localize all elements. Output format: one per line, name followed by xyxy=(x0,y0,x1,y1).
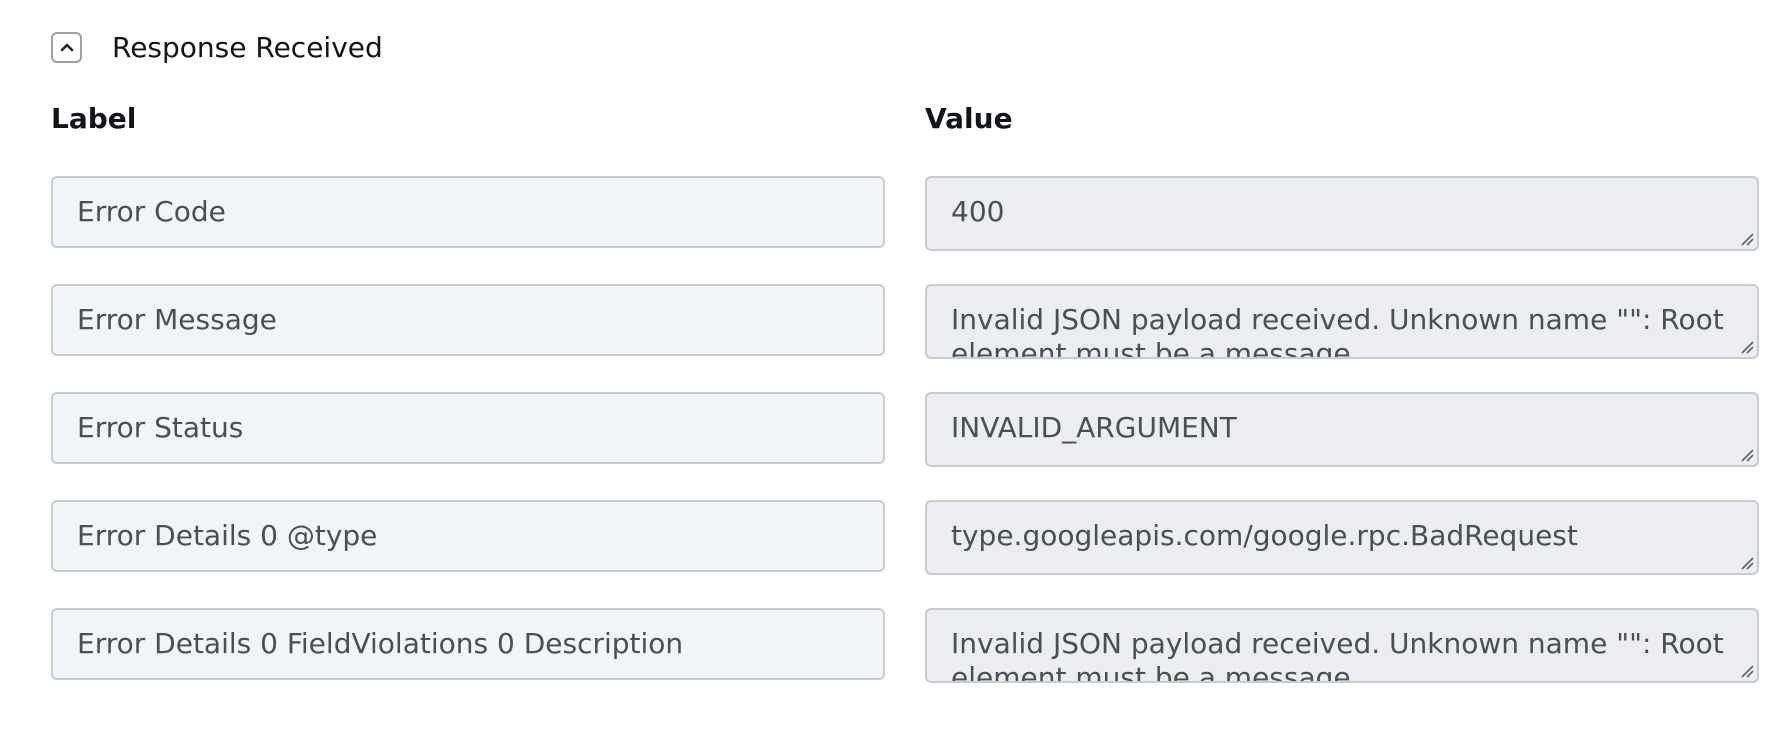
resize-grip-icon[interactable] xyxy=(1738,662,1754,678)
resize-grip-icon[interactable] xyxy=(1738,554,1754,570)
value-text: INVALID_ARGUMENT xyxy=(951,411,1237,444)
field-row-error-status: Error Status INVALID_ARGUMENT xyxy=(51,392,1759,500)
value-textarea[interactable]: Invalid JSON payload received. Unknown n… xyxy=(925,284,1759,359)
label-input[interactable]: Error Code xyxy=(51,176,885,248)
value-text: type.googleapis.com/google.rpc.BadReques… xyxy=(951,519,1578,552)
resize-grip-icon[interactable] xyxy=(1738,338,1754,354)
value-textarea[interactable]: type.googleapis.com/google.rpc.BadReques… xyxy=(925,500,1759,575)
resize-grip-icon[interactable] xyxy=(1738,230,1754,246)
chevron-up-icon xyxy=(60,43,73,52)
value-text: 400 xyxy=(951,195,1005,228)
field-rows: Error Code 400 Error Message Invalid JSO… xyxy=(51,176,1759,716)
label-input[interactable]: Error Details 0 FieldViolations 0 Descri… xyxy=(51,608,885,680)
resize-grip-icon[interactable] xyxy=(1738,446,1754,462)
value-textarea[interactable]: 400 xyxy=(925,176,1759,251)
collapse-toggle-button[interactable] xyxy=(51,31,82,63)
field-row-error-details-description: Error Details 0 FieldViolations 0 Descri… xyxy=(51,608,1759,716)
value-column-header: Value xyxy=(925,102,1013,135)
value-textarea[interactable]: Invalid JSON payload received. Unknown n… xyxy=(925,608,1759,683)
section-header: Response Received xyxy=(51,30,383,64)
label-column-header: Label xyxy=(51,102,137,135)
field-row-error-message: Error Message Invalid JSON payload recei… xyxy=(51,284,1759,392)
label-input[interactable]: Error Message xyxy=(51,284,885,356)
value-text: Invalid JSON payload received. Unknown n… xyxy=(951,627,1724,683)
field-row-error-details-type: Error Details 0 @type type.googleapis.co… xyxy=(51,500,1759,608)
value-text: Invalid JSON payload received. Unknown n… xyxy=(951,303,1724,359)
section-title: Response Received xyxy=(112,30,383,64)
value-textarea[interactable]: INVALID_ARGUMENT xyxy=(925,392,1759,467)
label-input[interactable]: Error Details 0 @type xyxy=(51,500,885,572)
label-input[interactable]: Error Status xyxy=(51,392,885,464)
response-received-panel: Response Received Label Value Error Code… xyxy=(0,0,1790,734)
field-row-error-code: Error Code 400 xyxy=(51,176,1759,284)
